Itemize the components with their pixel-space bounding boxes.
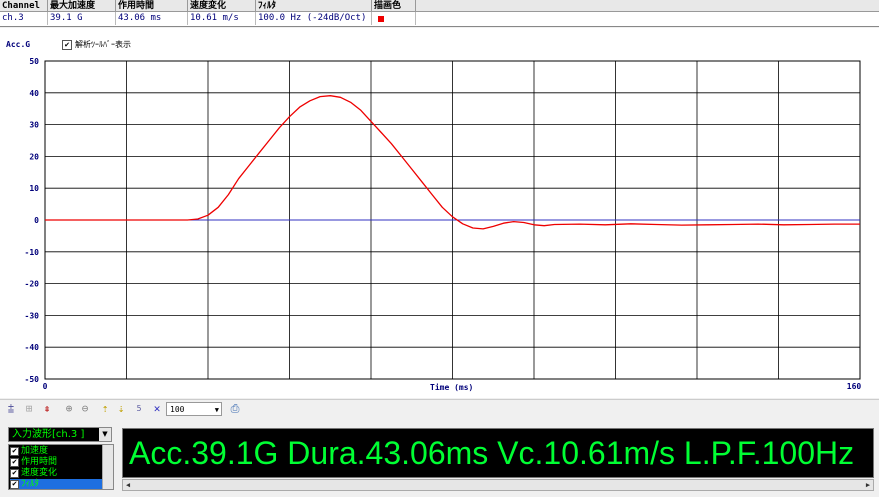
y-tick-label: 0 — [34, 216, 39, 225]
x-tick-label: 160 — [847, 382, 862, 391]
y-tick-label: -50 — [25, 375, 40, 384]
print-icon[interactable]: ⎙ — [228, 402, 242, 416]
y-tick-label: -30 — [25, 311, 40, 320]
chevron-down-icon: ▼ — [99, 428, 111, 441]
analysis-toolbar-label: 解析ﾂｰﾙﾊﾞｰ表示 — [75, 40, 131, 49]
cell-channel[interactable]: ch.3 — [0, 12, 48, 25]
display-item-checklist: ✔ 加速度 ✔ 作用時間 ✔ 速度変化 ✔ ﾌｨﾙﾀ — [8, 444, 114, 490]
y-axis-label: Acc.G — [6, 40, 31, 49]
scroll-right-icon[interactable]: ▶ — [863, 480, 873, 490]
header-draw-color[interactable]: 描画色 — [372, 0, 416, 12]
zoom-select[interactable]: 100 ▼ — [166, 402, 222, 416]
step-icon[interactable]: 5 — [132, 402, 146, 416]
y-tick-label: 10 — [29, 184, 39, 193]
fit-icon[interactable]: ⩲ — [4, 402, 18, 416]
zoom-value: 100 — [170, 405, 185, 414]
y-tick-label: 20 — [29, 152, 39, 161]
chevron-down-icon: ▼ — [214, 406, 219, 414]
cell-filter[interactable]: 100.0 Hz (-24dB/Oct) — [256, 12, 372, 25]
draw-color-swatch[interactable] — [378, 16, 384, 22]
channel-info-table: Channel 最大加速度 作用時間 速度変化 ﾌｨﾙﾀ 描画色 ch.3 39… — [0, 0, 879, 27]
y-tick-label: -20 — [25, 280, 40, 289]
analysis-toolbar-checkbox[interactable]: ✔ — [62, 39, 72, 50]
waveform-select[interactable]: 入力波形[ch.3 ] ▼ — [8, 427, 112, 442]
checklist-item-duration[interactable]: ✔ 作用時間 — [10, 457, 102, 467]
analysis-toolbar: ⩲ ⊞ ⇞ ⊕ ⊖ ⇡ ⇣ 5 ✕ 100 ▼ ⎙ — [0, 399, 879, 420]
shift-down-icon[interactable]: ⇣ — [114, 402, 128, 416]
header-velocity-change[interactable]: 速度変化 — [188, 0, 256, 12]
checkbox[interactable]: ✔ — [10, 480, 19, 489]
checkbox[interactable]: ✔ — [10, 469, 19, 478]
cell-duration[interactable]: 43.06 ms — [116, 12, 188, 25]
cell-max-acceleration[interactable]: 39.1 G — [48, 12, 116, 25]
analysis-toolbar-toggle[interactable]: ✔ 解析ﾂｰﾙﾊﾞｰ表示 — [62, 39, 131, 50]
checklist-label: 作用時間 — [21, 457, 58, 467]
y-tick-label: 40 — [29, 89, 39, 98]
cell-velocity-change[interactable]: 10.61 m/s — [188, 12, 256, 25]
scroll-left-icon[interactable]: ◀ — [123, 480, 133, 490]
grid-icon[interactable]: ⊞ — [22, 402, 36, 416]
checklist-item-filter[interactable]: ✔ ﾌｨﾙﾀ — [10, 479, 102, 489]
cursor-icon[interactable]: ⇞ — [40, 402, 54, 416]
checklist-item-acceleration[interactable]: ✔ 加速度 — [10, 446, 102, 456]
checkbox[interactable]: ✔ — [10, 458, 19, 467]
y-tick-label: 30 — [29, 121, 39, 130]
shift-up-icon[interactable]: ⇡ — [98, 402, 112, 416]
header-channel[interactable]: Channel — [0, 0, 48, 12]
zoom-out-icon[interactable]: ⊖ — [78, 402, 92, 416]
header-duration[interactable]: 作用時間 — [116, 0, 188, 12]
y-tick-label: -40 — [25, 343, 40, 352]
chart-panel: 50 40 30 20 10 0 -10 -20 -30 -40 -50 0 160 — [0, 28, 879, 398]
checklist-label: 速度変化 — [21, 468, 58, 478]
zoom-in-icon[interactable]: ⊕ — [62, 402, 76, 416]
summary-led-display: Acc.39.1G Dura.43.06ms Vc.10.61m/s L.P.F… — [122, 428, 874, 478]
y-tick-label: 50 — [29, 57, 39, 66]
checklist-label: 加速度 — [21, 446, 49, 456]
checklist-item-velocity-change[interactable]: ✔ 速度変化 — [10, 468, 102, 478]
checklist-scrollbar[interactable] — [102, 445, 113, 489]
cross-icon[interactable]: ✕ — [150, 402, 164, 416]
x-axis-label: Time (ms) — [430, 383, 474, 392]
checkbox[interactable]: ✔ — [10, 447, 19, 456]
summary-text: Acc.39.1G Dura.43.06ms Vc.10.61m/s L.P.F… — [129, 435, 855, 471]
waveform-select-value: 入力波形[ch.3 ] — [12, 429, 85, 440]
header-filler — [416, 0, 879, 12]
checklist-label: ﾌｨﾙﾀ — [21, 479, 40, 489]
x-tick-label: 0 — [43, 382, 48, 391]
horizontal-scrollbar[interactable]: ◀ ▶ — [122, 479, 874, 491]
header-max-acceleration[interactable]: 最大加速度 — [48, 0, 116, 12]
step-label: 5 — [136, 404, 142, 413]
acceleration-chart[interactable]: 50403020100-10-20-30-40-500 160 — [0, 28, 879, 398]
header-filter[interactable]: ﾌｨﾙﾀ — [256, 0, 372, 12]
y-tick-label: -10 — [25, 248, 40, 257]
